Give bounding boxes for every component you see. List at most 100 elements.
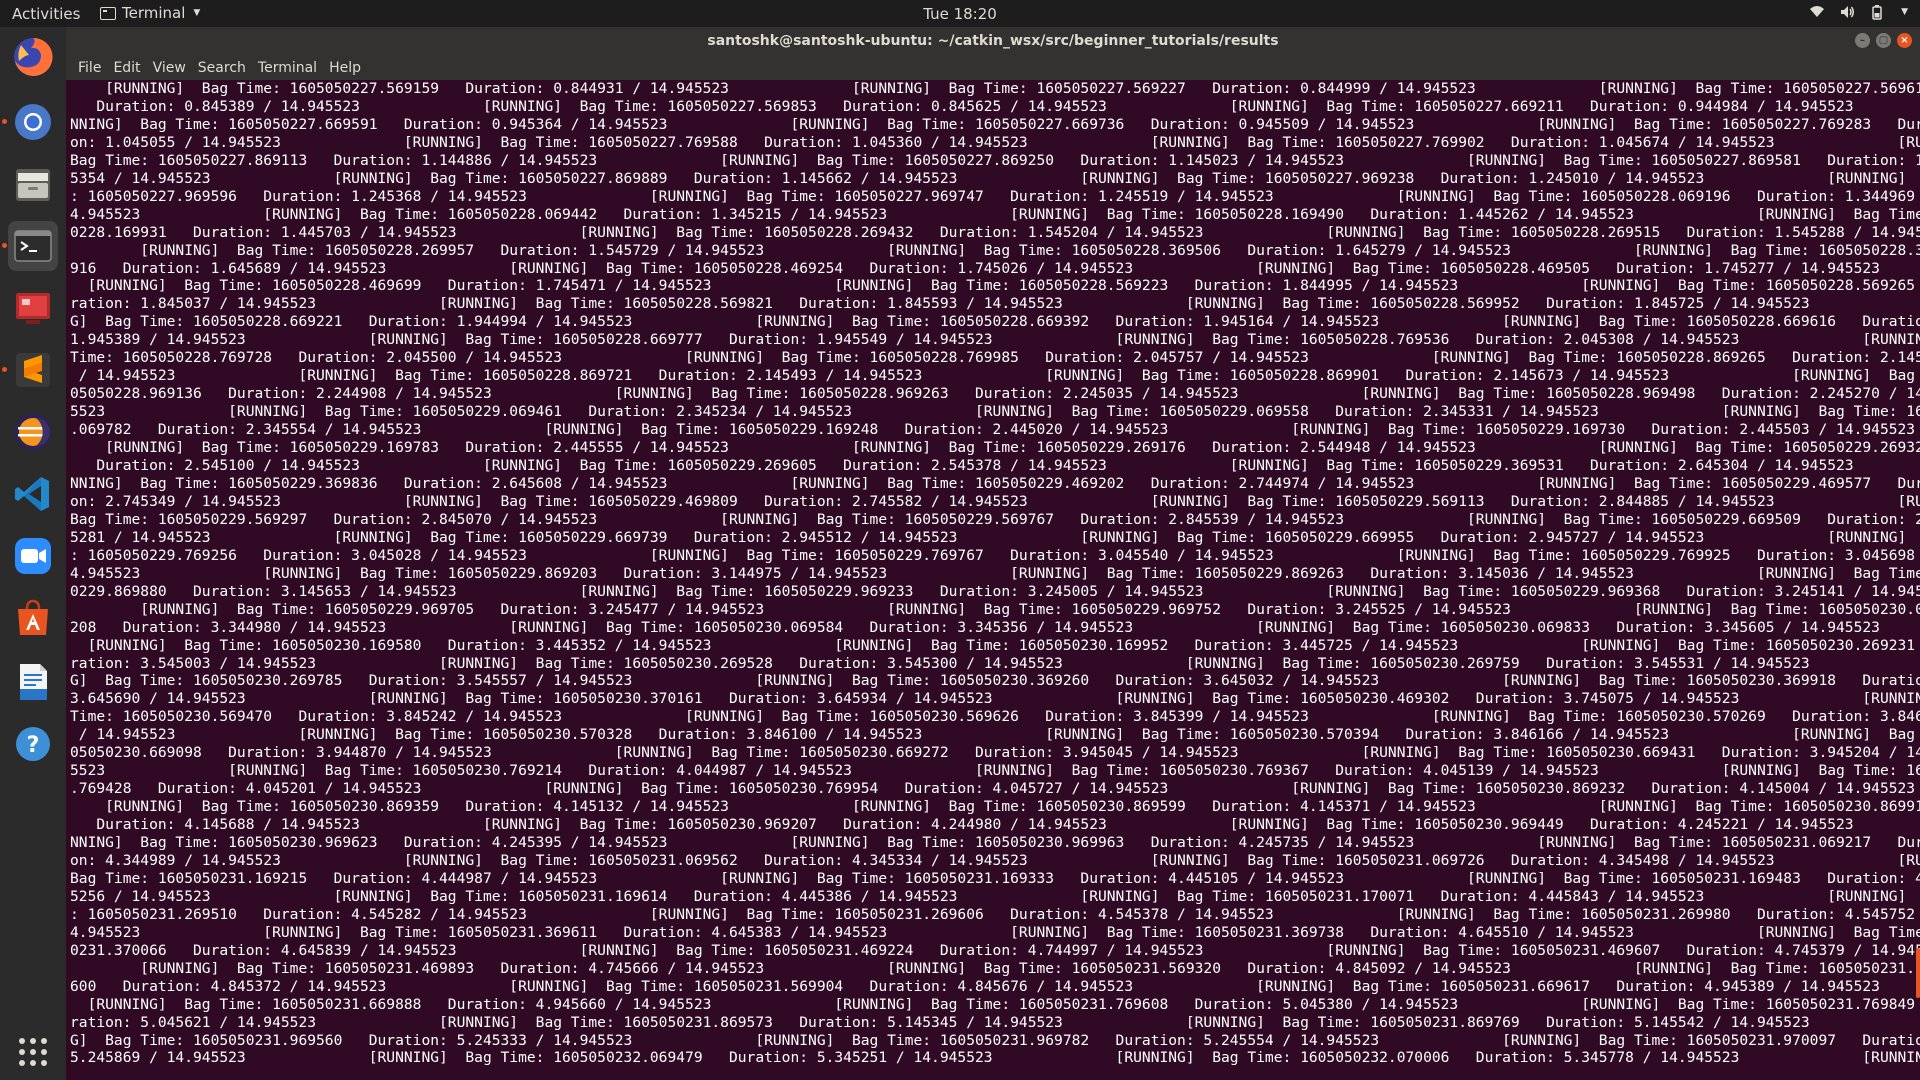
battery-icon xyxy=(1872,5,1882,20)
running-indicator xyxy=(2,367,7,372)
software-center-icon xyxy=(18,599,48,635)
menu-edit[interactable]: Edit xyxy=(107,60,146,76)
volume-icon xyxy=(1841,6,1855,18)
terminal-line: .769428 Duration: 4.045201 / 14.945523 [… xyxy=(70,780,1916,798)
terminal-line: [RUNNING] Bag Time: 1605050231.469893 Du… xyxy=(70,959,1920,977)
dock-item-vscode[interactable] xyxy=(8,469,58,519)
help-icon: ? xyxy=(16,727,50,761)
terminal-line: Bag Time: 1605050229.569297 Duration: 2.… xyxy=(70,510,1920,528)
eclipse-icon xyxy=(15,414,51,450)
terminal-output-area[interactable]: [RUNNING] Bag Time: 1605050227.569159 Du… xyxy=(66,80,1920,1080)
menu-file[interactable]: File xyxy=(72,60,107,76)
maximize-button[interactable]: ▢ xyxy=(1876,33,1891,48)
running-indicator xyxy=(2,243,7,248)
dock: ? xyxy=(0,27,66,1080)
terminal-line: 3.645690 / 14.945523 [RUNNING] Bag Time:… xyxy=(70,690,1920,708)
files-icon xyxy=(16,169,50,201)
dock-item-files[interactable] xyxy=(8,159,58,209)
terminal-line: [RUNNING] Bag Time: 1605050229.169783 Du… xyxy=(70,439,1920,457)
firefox-icon xyxy=(14,37,53,76)
dock-item-firefox[interactable] xyxy=(8,32,58,82)
terminal-line: G] Bag Time: 1605050231.969560 Duration:… xyxy=(70,1031,1920,1049)
terminal-line: Time: 1605050230.569470 Duration: 3.8452… xyxy=(70,708,1920,726)
terminal-line: 05050228.969136 Duration: 2.244908 / 14.… xyxy=(70,385,1920,403)
window-titlebar[interactable]: santoshk@santoshk-ubuntu: ~/catkin_wsx/s… xyxy=(66,27,1920,56)
terminal-line: 5523 [RUNNING] Bag Time: 1605050229.0694… xyxy=(70,403,1920,421)
menu-view[interactable]: View xyxy=(147,60,192,76)
terminal-line: Time: 1605050228.769728 Duration: 2.0455… xyxy=(70,349,1920,367)
dock-item-zoom[interactable] xyxy=(8,531,58,581)
terminal-line: 1.945389 / 14.945523 [RUNNING] Bag Time:… xyxy=(70,331,1920,349)
terminal-line: 5.245869 / 14.945523 [RUNNING] Bag Time:… xyxy=(70,1049,1920,1067)
menu-bar: File Edit View Search Terminal Help xyxy=(66,56,1920,80)
app-menu-label: Terminal xyxy=(122,4,186,22)
terminal-line: Bag Time: 1605050231.169215 Duration: 4.… xyxy=(70,869,1920,887)
show-applications-button[interactable] xyxy=(8,1027,58,1077)
terminal-line: 5523 [RUNNING] Bag Time: 1605050230.7692… xyxy=(70,762,1920,780)
system-tray[interactable]: ▼ xyxy=(1809,4,1908,20)
terminal-line: Duration: 4.145688 / 14.945523 [RUNNING]… xyxy=(70,816,1920,834)
window-controls: – ▢ × xyxy=(1855,33,1912,48)
terminal-line: ration: 3.545003 / 14.945523 [RUNNING] B… xyxy=(70,654,1920,672)
menu-help[interactable]: Help xyxy=(323,60,367,76)
dock-item-writer[interactable] xyxy=(8,657,58,707)
terminal-line: [RUNNING] Bag Time: 1605050228.269957 Du… xyxy=(70,241,1920,259)
clock[interactable]: Tue 18:20 xyxy=(923,5,997,23)
dock-item-chromium[interactable] xyxy=(2,97,58,147)
terminal-icon xyxy=(14,230,52,262)
dock-item-ubuntu-software[interactable] xyxy=(8,593,58,643)
menu-terminal[interactable]: Terminal xyxy=(252,60,323,76)
terminal-line: [RUNNING] Bag Time: 1605050228.469699 Du… xyxy=(70,277,1920,295)
terminal-line: 0229.869880 Duration: 3.145653 / 14.9455… xyxy=(70,582,1920,600)
dock-item-sublime-text[interactable] xyxy=(2,345,58,395)
terminal-line: 4.945523 [RUNNING] Bag Time: 1605050229.… xyxy=(70,564,1920,582)
menu-search[interactable]: Search xyxy=(192,60,252,76)
activities-button[interactable]: Activities xyxy=(12,5,80,23)
terminal-line: on: 2.745349 / 14.945523 [RUNNING] Bag T… xyxy=(70,492,1920,510)
terminal-line: Duration: 0.845389 / 14.945523 [RUNNING]… xyxy=(70,97,1920,115)
minimize-button[interactable]: – xyxy=(1855,33,1870,48)
remote-desktop-icon xyxy=(16,293,50,324)
terminal-line: G] Bag Time: 1605050230.269785 Duration:… xyxy=(70,672,1920,690)
terminal-line: .069782 Duration: 2.345554 / 14.945523 [… xyxy=(70,421,1916,439)
terminal-line: NNING] Bag Time: 1605050230.969623 Durat… xyxy=(70,834,1920,852)
terminal-line: : 1605050231.269510 Duration: 4.545282 /… xyxy=(70,905,1920,923)
terminal-line: 0228.169931 Duration: 1.445703 / 14.9455… xyxy=(70,223,1920,241)
running-indicator xyxy=(2,119,7,124)
terminal-line: on: 1.045055 / 14.945523 [RUNNING] Bag T… xyxy=(70,133,1920,151)
terminal-line: 0231.370066 Duration: 4.645839 / 14.9455… xyxy=(70,941,1920,959)
dock-item-terminal[interactable] xyxy=(2,221,58,271)
vscode-icon xyxy=(15,477,49,511)
terminal-line: Duration: 2.545100 / 14.945523 [RUNNING]… xyxy=(70,457,1920,475)
terminal-output: [RUNNING] Bag Time: 1605050227.569159 Du… xyxy=(66,80,1920,1067)
system-menu-chevron-icon: ▼ xyxy=(1901,7,1908,17)
dock-item-eclipse[interactable] xyxy=(8,407,58,457)
terminal-line: : 1605050227.969596 Duration: 1.245368 /… xyxy=(70,187,1920,205)
terminal-line: NNING] Bag Time: 1605050227.669591 Durat… xyxy=(70,115,1920,133)
terminal-line: NNING] Bag Time: 1605050229.369836 Durat… xyxy=(70,474,1920,492)
terminal-line: / 14.945523 [RUNNING] Bag Time: 16050502… xyxy=(70,367,1920,385)
dock-item-help[interactable]: ? xyxy=(8,719,58,769)
close-button[interactable]: × xyxy=(1897,33,1912,48)
terminal-app-icon xyxy=(100,6,116,20)
terminal-line: [RUNNING] Bag Time: 1605050230.869359 Du… xyxy=(70,798,1920,816)
wifi-icon xyxy=(1810,6,1825,17)
dock-item-remote-desktop[interactable] xyxy=(8,283,58,333)
window-title: santoshk@santoshk-ubuntu: ~/catkin_wsx/s… xyxy=(707,33,1279,49)
terminal-line: [RUNNING] Bag Time: 1605050227.569159 Du… xyxy=(70,80,1920,97)
terminal-line: ration: 5.045621 / 14.945523 [RUNNING] B… xyxy=(70,1013,1920,1031)
scrollbar-thumb[interactable] xyxy=(1916,948,1920,998)
writer-icon xyxy=(20,664,47,700)
app-menu-button[interactable]: Terminal ▼ xyxy=(100,4,200,22)
clock-container: Tue 18:20 xyxy=(0,5,1920,23)
terminal-line: 5256 / 14.945523 [RUNNING] Bag Time: 160… xyxy=(70,887,1920,905)
terminal-line: Bag Time: 1605050227.869113 Duration: 1.… xyxy=(70,151,1920,169)
terminal-line: ration: 1.845037 / 14.945523 [RUNNING] B… xyxy=(70,295,1920,313)
svg-text:?: ? xyxy=(27,733,40,758)
chromium-icon xyxy=(15,104,51,140)
terminal-line: 4.945523 [RUNNING] Bag Time: 1605050228.… xyxy=(70,205,1920,223)
terminal-line: 05050230.669098 Duration: 3.944870 / 14.… xyxy=(70,744,1920,762)
sublime-text-icon xyxy=(16,353,50,387)
terminal-line: [RUNNING] Bag Time: 1605050231.669888 Du… xyxy=(70,995,1920,1013)
terminal-line: 916 Duration: 1.645689 / 14.945523 [RUNN… xyxy=(70,259,1880,277)
